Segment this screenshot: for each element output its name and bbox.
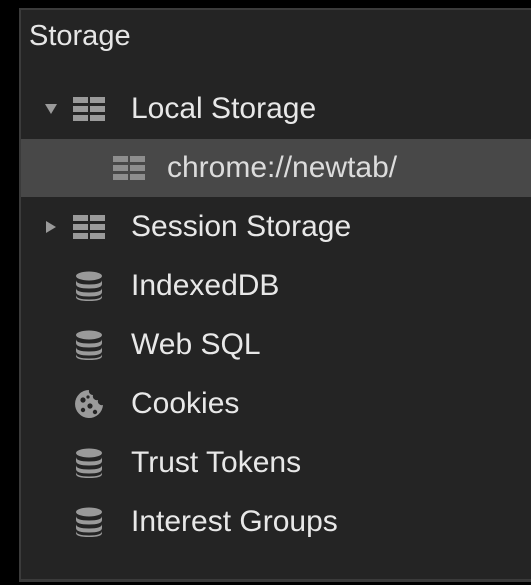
caret-right-icon[interactable] [41, 198, 61, 256]
tree-item-chrome-newtab[interactable]: chrome://newtab/ [21, 139, 531, 197]
tree-item-label: Web SQL [131, 328, 261, 361]
tree-item-session-storage[interactable]: Session Storage [21, 198, 531, 256]
tree-item-label: IndexedDB [131, 269, 280, 302]
database-icon [72, 257, 106, 315]
panel-divider [21, 579, 531, 582]
tree-item-indexeddb[interactable]: IndexedDB [21, 257, 531, 315]
tree-item-label: Interest Groups [131, 505, 338, 538]
tree-item-label: chrome://newtab/ [167, 151, 398, 184]
database-icon [72, 434, 106, 492]
screenshot-frame: Storage Local Storage chrome://newtab/ S… [0, 0, 531, 585]
cookie-icon [72, 375, 106, 433]
caret-down-icon[interactable] [41, 80, 61, 138]
tree-item-cookies[interactable]: Cookies [21, 375, 531, 433]
storage-tree-panel: Storage Local Storage chrome://newtab/ S… [19, 8, 531, 582]
database-icon [72, 493, 106, 551]
tree-item-label: Trust Tokens [131, 446, 302, 479]
tree-item-trust-tokens[interactable]: Trust Tokens [21, 434, 531, 492]
tree-item-label: Session Storage [131, 210, 352, 243]
table-grid-icon [72, 80, 106, 138]
tree-item-interest-groups[interactable]: Interest Groups [21, 493, 531, 551]
tree-item-web-sql[interactable]: Web SQL [21, 316, 531, 374]
tree-item-local-storage[interactable]: Local Storage [21, 80, 531, 138]
table-grid-icon [72, 198, 106, 256]
table-grid-icon [112, 139, 146, 197]
tree-item-label: Local Storage [131, 92, 317, 125]
database-icon [72, 316, 106, 374]
tree-item-label: Cookies [131, 387, 240, 420]
section-title: Storage [29, 20, 131, 52]
